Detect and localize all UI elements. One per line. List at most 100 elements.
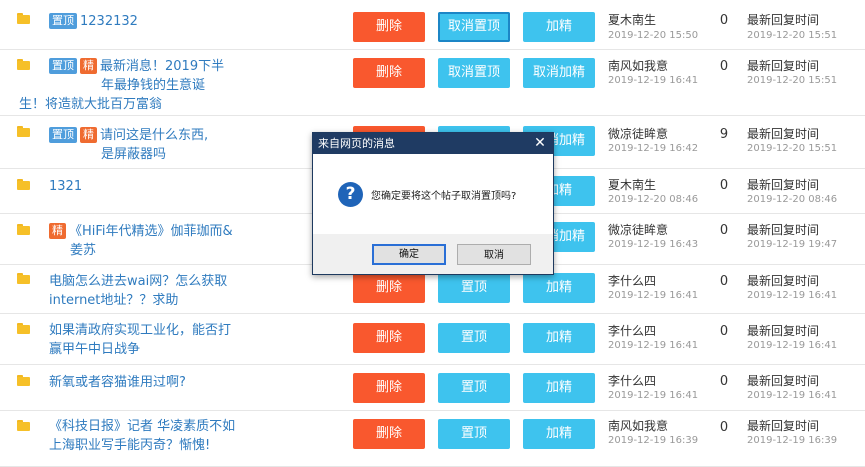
post-title-line[interactable]: 最新消息！2019下半 [100,59,224,74]
dialog-message: 您确定要将这个帖子取消置顶吗? [371,191,517,202]
folder-icon [17,420,30,431]
post-date: 2019-12-19 16:41 [608,390,699,401]
feature-button[interactable]: 加精 [523,373,595,403]
feature-button[interactable]: 加精 [523,323,595,353]
author-name[interactable]: 南风如我意 [608,58,668,74]
author-name[interactable]: 李什么四 [608,273,656,289]
author-name[interactable]: 南风如我意 [608,418,668,434]
author-name[interactable]: 微凉徒眸意 [608,126,668,142]
last-reply-label: 最新回复时间 [747,274,820,288]
sticky-button[interactable]: 置顶 [438,373,510,403]
last-reply-label: 最新回复时间 [747,127,820,141]
reply-count: 0 [719,13,729,28]
author-name[interactable]: 李什么四 [608,323,656,339]
author-name[interactable]: 夏木南生 [608,177,656,193]
last-reply-date: 2019-12-19 19:47 [747,239,838,250]
folder-icon [17,13,30,24]
last-reply-label: 最新回复时间 [747,324,820,338]
delete-button[interactable]: 删除 [353,419,425,449]
close-icon[interactable]: ✕ [533,133,547,154]
question-icon: ? [338,182,363,207]
post-date: 2019-12-19 16:43 [608,239,699,250]
last-reply-label: 最新回复时间 [747,223,820,237]
sticky-button[interactable]: 置顶 [438,323,510,353]
dialog-title-bar[interactable]: 来自网页的消息 ✕ [313,133,553,154]
last-reply-label: 最新回复时间 [747,374,820,388]
reply-count: 0 [719,274,729,289]
author-name[interactable]: 微凉徒眸意 [608,222,668,238]
post-date: 2019-12-20 15:50 [608,30,699,41]
delete-button[interactable]: 删除 [353,273,425,303]
post-title-line[interactable]: 电脑怎么进去wai网？怎么获取 [49,274,227,289]
post-title-line[interactable]: 《科技日报》记者 华凌素质不如 [49,419,235,434]
last-reply-date: 2019-12-20 15:51 [747,30,838,41]
post-date: 2019-12-19 16:41 [608,290,699,301]
folder-icon [17,179,30,190]
post-title-line[interactable]: 1232132 [80,14,138,29]
sticky-button[interactable]: 置顶 [438,273,510,303]
post-row: 置顶 1232132 删除 取消置顶 加精 夏木南生 2019-12-20 15:… [0,0,865,50]
post-title[interactable]: 置顶精最新消息！2019下半 年最挣钱的生意诞 生！将造就大批百万富翁 [19,57,224,114]
dialog-body: ? 您确定要将这个帖子取消置顶吗? [313,154,553,234]
post-title-line[interactable]: 是屏蔽器吗 [101,147,166,162]
reply-count: 9 [719,127,729,142]
post-title-line[interactable]: 年最挣钱的生意诞 [101,78,205,93]
reply-count: 0 [719,178,729,193]
delete-button[interactable]: 删除 [353,373,425,403]
sticky-badge: 置顶 [49,13,77,29]
post-row: 《科技日报》记者 华凌素质不如 上海职业写手能丙奇？惭愧! 删除 置顶 加精 南… [0,410,865,467]
post-title-line[interactable]: 上海职业写手能丙奇？惭愧! [49,438,210,453]
unsticky-button[interactable]: 取消置顶 [438,58,510,88]
post-title-line[interactable]: internet地址？？求助 [49,293,178,308]
last-reply-date: 2019-12-19 16:39 [747,435,838,446]
author-name[interactable]: 李什么四 [608,373,656,389]
post-title-line[interactable]: 请问这是什么东西, [100,128,208,143]
featured-badge: 精 [49,223,66,239]
unfeature-button[interactable]: 取消加精 [523,58,595,88]
confirm-dialog: 来自网页的消息 ✕ ? 您确定要将这个帖子取消置顶吗? 确定 取消 [312,132,554,275]
post-date: 2019-12-19 16:42 [608,143,699,154]
delete-button[interactable]: 删除 [353,12,425,42]
post-title-line[interactable]: 新氧或者容猫谁用过啊? [49,375,186,390]
last-reply-date: 2019-12-19 16:41 [747,390,838,401]
post-date: 2019-12-19 16:39 [608,435,699,446]
post-title[interactable]: 精《HiFi年代精选》伽菲珈而& 姜苏 [49,222,233,260]
reply-count: 0 [719,324,729,339]
post-row: 新氧或者容猫谁用过啊? 删除 置顶 加精 李什么四 2019-12-19 16:… [0,364,865,411]
delete-button[interactable]: 删除 [353,58,425,88]
feature-button[interactable]: 加精 [523,419,595,449]
reply-count: 0 [719,59,729,74]
folder-icon [17,59,30,70]
post-title[interactable]: 《科技日报》记者 华凌素质不如 上海职业写手能丙奇？惭愧! [49,417,235,455]
sticky-button[interactable]: 置顶 [438,419,510,449]
last-reply-label: 最新回复时间 [747,13,820,27]
post-title-line[interactable]: 姜苏 [70,243,96,258]
reply-count: 0 [719,420,729,435]
feature-button[interactable]: 加精 [523,273,595,303]
feature-button[interactable]: 加精 [523,12,595,42]
post-title-line[interactable]: 如果清政府实现工业化，能否打 [49,323,231,338]
last-reply-label: 最新回复时间 [747,178,820,192]
cancel-button[interactable]: 取消 [457,244,531,265]
delete-button[interactable]: 删除 [353,323,425,353]
unsticky-button[interactable]: 取消置顶 [438,12,510,42]
folder-icon [17,126,30,137]
post-title[interactable]: 如果清政府实现工业化，能否打 赢甲午中日战争 [49,321,231,359]
post-title[interactable]: 1321 [49,177,82,196]
author-name[interactable]: 夏木南生 [608,12,656,28]
post-title-line[interactable]: 《HiFi年代精选》伽菲珈而& [69,224,233,239]
last-reply-date: 2019-12-20 08:46 [747,194,838,205]
post-title[interactable]: 新氧或者容猫谁用过啊? [49,373,186,392]
featured-badge: 精 [80,58,97,74]
post-title[interactable]: 置顶精请问这是什么东西, 是屏蔽器吗 [49,126,208,164]
post-date: 2019-12-19 16:41 [608,340,699,351]
post-title[interactable]: 电脑怎么进去wai网？怎么获取 internet地址？？求助 [49,272,227,310]
sticky-badge: 置顶 [49,127,77,143]
last-reply-label: 最新回复时间 [747,59,820,73]
ok-button[interactable]: 确定 [372,244,446,265]
sticky-badge: 置顶 [49,58,77,74]
post-title-line[interactable]: 赢甲午中日战争 [49,342,140,357]
post-title[interactable]: 置顶 1232132 [49,12,138,31]
post-title-line[interactable]: 生！将造就大批百万富翁 [19,97,162,112]
post-title-line[interactable]: 1321 [49,179,82,194]
